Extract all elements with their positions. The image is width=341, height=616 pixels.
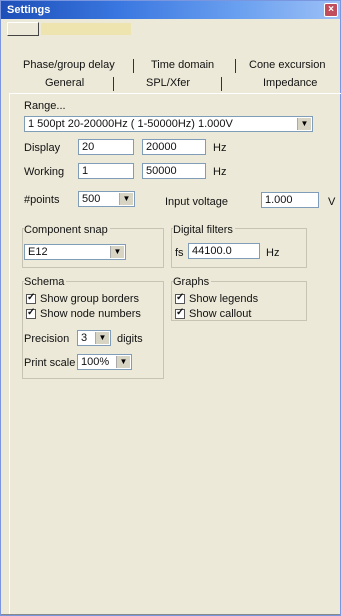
menu-item[interactable]: [7, 22, 39, 36]
display-high-input[interactable]: 20000: [142, 139, 206, 155]
fs-label: fs: [175, 247, 184, 259]
input-voltage-label: Input voltage: [165, 196, 228, 208]
precision-label: Precision: [24, 333, 70, 345]
input-voltage-unit: V: [328, 196, 336, 208]
points-label: #points: [24, 194, 60, 206]
sample-rate-input[interactable]: 44100.0: [188, 243, 260, 259]
tab-separator: [113, 77, 114, 91]
precision-select[interactable]: 3 ▼: [77, 330, 111, 346]
print-scale-select[interactable]: 100% ▼: [77, 354, 132, 370]
tab-phase-group-delay[interactable]: Phase/group delay: [23, 59, 115, 71]
input-voltage-input[interactable]: 1.000: [261, 192, 319, 208]
component-snap-select[interactable]: E12 ▼: [24, 244, 126, 260]
component-snap-label: Component snap: [24, 224, 110, 236]
check-icon: ✓: [26, 292, 36, 305]
graphs-label: Graphs: [173, 276, 212, 288]
check-icon: ✓: [26, 307, 36, 320]
show-group-borders-checkbox[interactable]: ✓ Show group borders: [26, 292, 140, 305]
show-node-numbers-checkbox[interactable]: ✓ Show node numbers: [26, 307, 141, 320]
check-icon: ✓: [175, 292, 185, 305]
show-group-borders-label: Show group borders: [40, 293, 140, 305]
window-bottom-border: [1, 614, 340, 615]
chevron-down-icon[interactable]: ▼: [297, 118, 311, 130]
chevron-down-icon[interactable]: ▼: [119, 193, 133, 205]
tab-row-top: Phase/group delay Time domain Cone excur…: [23, 59, 338, 73]
menu-bar: [1, 19, 340, 41]
title-bar[interactable]: Settings ×: [1, 1, 340, 19]
show-callout-checkbox[interactable]: ✓ Show callout: [175, 307, 252, 320]
tab-row-bottom: General SPL/Xfer Impedance: [23, 77, 338, 91]
chevron-down-icon[interactable]: ▼: [116, 356, 130, 368]
tab-general[interactable]: General: [45, 77, 84, 89]
range-value: 1 500pt 20-20000Hz ( 1-50000Hz) 1.000V: [28, 118, 233, 130]
tab-separator: [221, 77, 222, 91]
tab-time-domain[interactable]: Time domain: [151, 59, 214, 71]
close-icon[interactable]: ×: [324, 3, 338, 17]
component-snap-value: E12: [28, 246, 48, 258]
range-label: Range...: [24, 100, 66, 112]
chevron-down-icon[interactable]: ▼: [95, 332, 109, 344]
settings-window: Settings × Phase/group delay Time domain…: [0, 0, 341, 616]
precision-value: 3: [81, 332, 88, 344]
tab-cone-excursion[interactable]: Cone excursion: [249, 59, 325, 71]
points-select[interactable]: 500 ▼: [78, 191, 135, 207]
show-callout-label: Show callout: [189, 308, 252, 320]
general-panel: Range... 1 500pt 20-20000Hz ( 1-50000Hz)…: [9, 93, 341, 614]
tab-separator: [133, 59, 134, 73]
check-icon: ✓: [175, 307, 185, 320]
tab-spl-xfer[interactable]: SPL/Xfer: [146, 77, 190, 89]
tab-impedance[interactable]: Impedance: [263, 77, 317, 89]
precision-suffix: digits: [117, 333, 143, 345]
display-low-input[interactable]: 20: [78, 139, 134, 155]
range-select[interactable]: 1 500pt 20-20000Hz ( 1-50000Hz) 1.000V ▼: [24, 116, 313, 132]
working-low-input[interactable]: 1: [78, 163, 134, 179]
print-scale-value: 100%: [81, 356, 110, 368]
working-label: Working: [24, 166, 65, 178]
display-label: Display: [24, 142, 61, 154]
show-legends-label: Show legends: [189, 293, 259, 305]
digital-filters-label: Digital filters: [173, 224, 235, 236]
working-high-input[interactable]: 50000: [142, 163, 206, 179]
points-value: 500: [82, 193, 101, 205]
window-title: Settings: [7, 4, 51, 16]
menu-highlight: [41, 23, 131, 35]
display-unit: Hz: [213, 142, 227, 154]
print-scale-label: Print scale: [24, 357, 76, 369]
tab-separator: [235, 59, 236, 73]
schema-label: Schema: [24, 276, 67, 288]
sample-rate-unit: Hz: [266, 247, 280, 259]
chevron-down-icon[interactable]: ▼: [110, 246, 124, 258]
show-node-numbers-label: Show node numbers: [40, 308, 141, 320]
show-legends-checkbox[interactable]: ✓ Show legends: [175, 292, 259, 305]
working-unit: Hz: [213, 166, 227, 178]
